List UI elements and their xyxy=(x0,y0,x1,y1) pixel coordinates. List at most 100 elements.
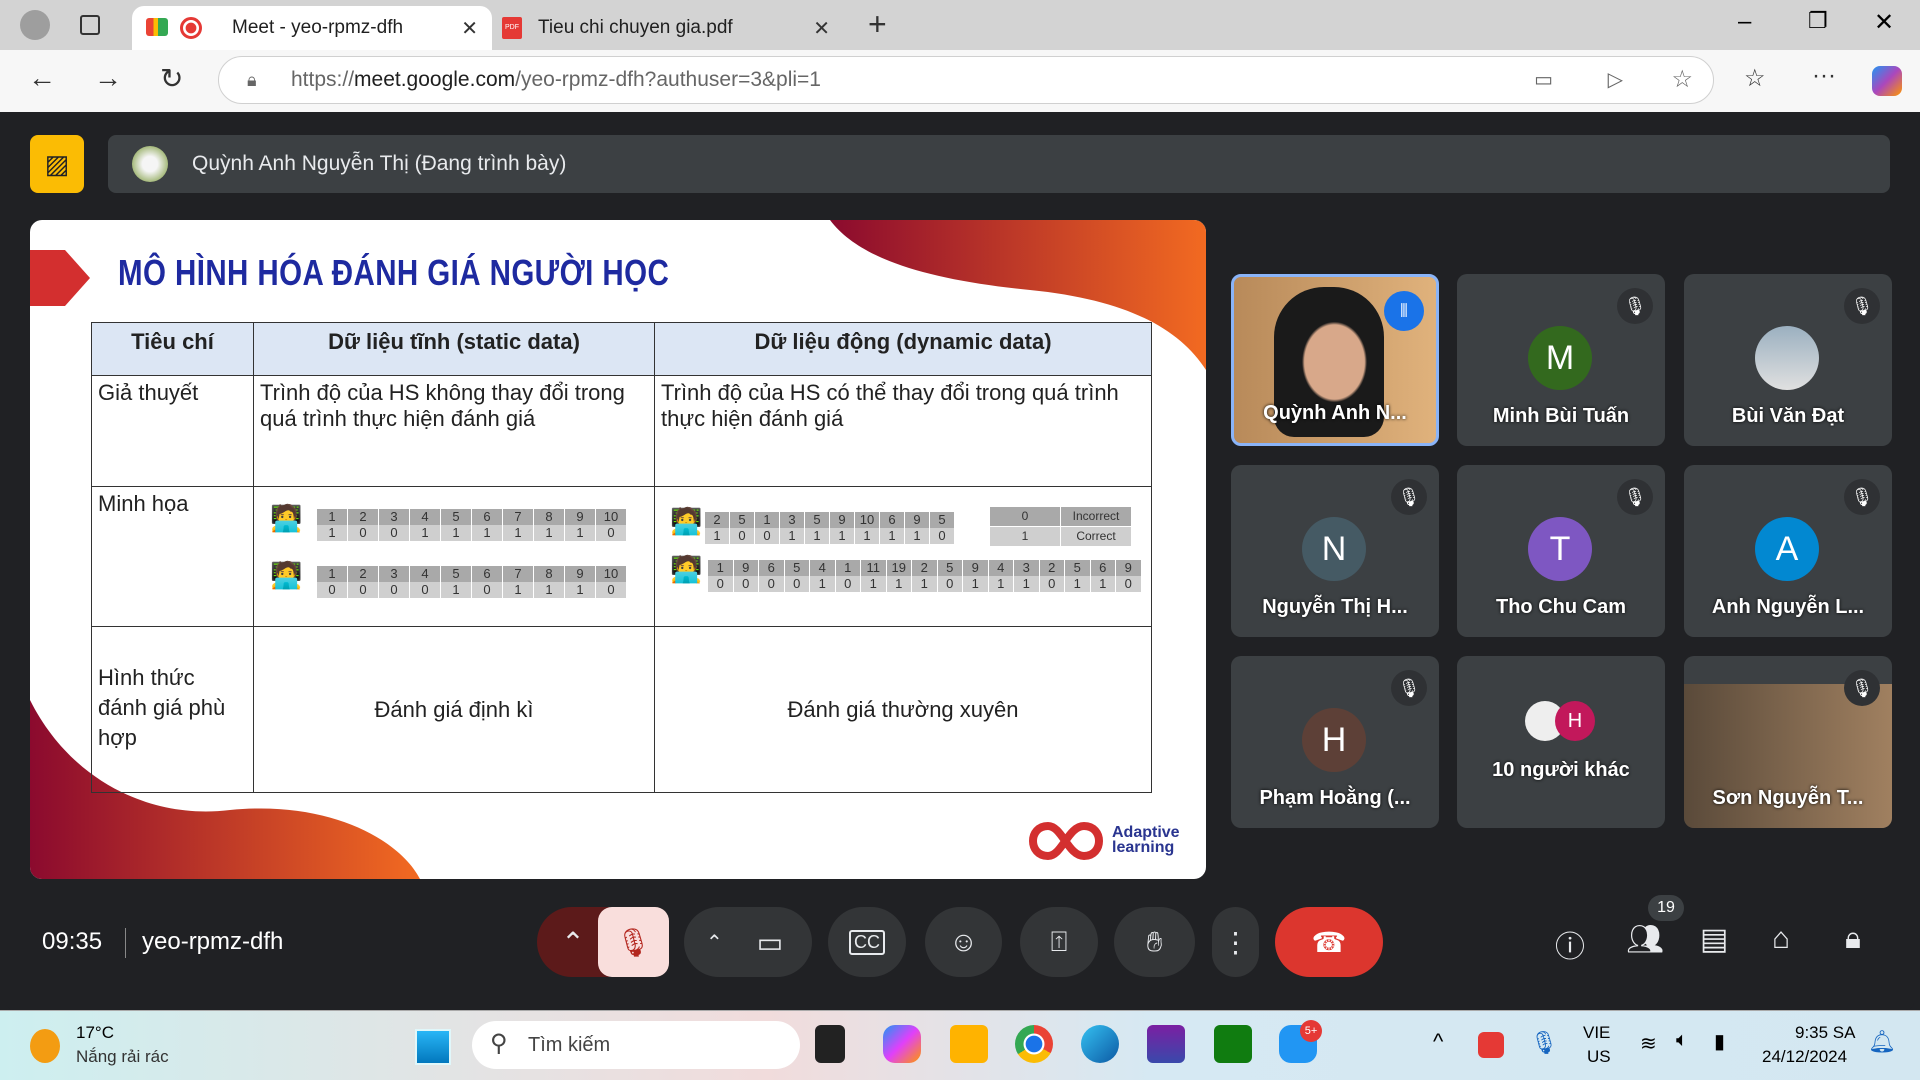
chat-icon[interactable]: ▤ xyxy=(1700,922,1728,957)
presenter-avatar xyxy=(132,146,168,182)
tab-meet[interactable]: Meet - yeo-rpmz-dfh ✕ xyxy=(132,6,492,50)
response-grid: 2 5 1 3 5 9 10 6 9 5 1 0 0 1 1 1 1 1 1 0 xyxy=(705,512,954,544)
profile-icon[interactable] xyxy=(20,10,50,40)
table-header: Dữ liệu tĩnh (static data) xyxy=(253,322,655,376)
item-result: 1 xyxy=(886,576,911,592)
back-icon[interactable]: ← xyxy=(28,62,56,94)
reactions-button[interactable]: ☺ xyxy=(925,907,1002,977)
hand-icon: ✋︎ xyxy=(1146,925,1163,957)
item-id: 9 xyxy=(733,560,758,576)
more-menu-icon[interactable]: ··· xyxy=(1812,62,1836,90)
copilot-app-icon[interactable] xyxy=(883,1025,921,1063)
captions-button[interactable]: CC xyxy=(828,907,906,977)
forward-icon[interactable]: → xyxy=(94,62,122,94)
minimize-icon[interactable]: – xyxy=(1738,8,1751,36)
address-bar-row: ← → ↻ 🔒︎ https://meet.google.com/yeo-rpm… xyxy=(0,50,1920,112)
item-id: 4 xyxy=(410,566,440,582)
tab-actions-icon[interactable] xyxy=(80,15,100,35)
app-icon[interactable] xyxy=(1147,1025,1185,1063)
video-options-button[interactable]: ⌃ ▭ xyxy=(684,907,812,977)
item-result: 1 xyxy=(905,528,929,544)
present-button[interactable]: ⍐ xyxy=(1020,907,1098,977)
camera-permission-icon[interactable]: ▭ xyxy=(1534,67,1553,92)
mic-muted-button[interactable]: 🎙︎ xyxy=(598,907,669,977)
item-result: 1 xyxy=(472,525,502,541)
item-result: 0 xyxy=(348,525,378,541)
item-result: 0 xyxy=(930,528,954,544)
participant-tile[interactable]: M 🎙︎ Minh Bùi Tuấn xyxy=(1457,274,1665,446)
restore-icon[interactable]: ❐ xyxy=(1808,8,1828,34)
wifi-icon[interactable]: ≋ xyxy=(1640,1031,1657,1056)
file-explorer-icon[interactable] xyxy=(950,1025,988,1063)
static-illustration-cell xyxy=(253,486,655,627)
item-result: 0 xyxy=(379,525,409,541)
favorite-star-icon[interactable]: ☆ xyxy=(1671,65,1693,94)
activities-icon[interactable]: ⌂ xyxy=(1772,922,1790,956)
reload-icon[interactable]: ↻ xyxy=(160,62,183,95)
item-id: 6 xyxy=(1090,560,1115,576)
participant-name: Quỳnh Anh N... xyxy=(1263,402,1407,424)
item-id: 7 xyxy=(503,509,533,525)
close-tab-icon[interactable]: ✕ xyxy=(461,16,478,41)
meeting-info-icon[interactable]: ⓘ xyxy=(1555,922,1585,966)
task-view-icon[interactable] xyxy=(815,1025,845,1063)
emoji-icon: ☺ xyxy=(949,926,978,957)
weather-icon[interactable] xyxy=(30,1029,60,1063)
close-window-icon[interactable]: ✕ xyxy=(1874,8,1894,37)
microphone-tray-icon[interactable]: 🎙︎ xyxy=(1530,1030,1558,1056)
item-id: 2 xyxy=(912,560,937,576)
people-icon[interactable]: 👥︎ xyxy=(1626,922,1664,957)
student-at-computer-icon: 🧑‍💻︎ xyxy=(670,554,703,584)
stop-presenting-button[interactable]: ▨ xyxy=(30,135,84,193)
raise-hand-button[interactable]: ✋︎ xyxy=(1114,907,1195,977)
tab-pdf[interactable]: PDF Tieu chi chuyen gia.pdf ✕ xyxy=(492,6,844,50)
cast-icon[interactable]: ▷ xyxy=(1608,67,1623,92)
battery-icon[interactable]: ▮ xyxy=(1714,1029,1725,1054)
participant-tile[interactable]: N 🎙︎ Nguyễn Thị H... xyxy=(1231,465,1439,637)
clock-date[interactable]: 24/12/2024 xyxy=(1762,1047,1847,1067)
xbox-icon[interactable] xyxy=(1214,1025,1252,1063)
item-result: 1 xyxy=(565,525,595,541)
tab-title: Tieu chi chuyen gia.pdf xyxy=(538,17,733,38)
chrome-icon[interactable] xyxy=(1015,1025,1053,1063)
windows-start-icon[interactable] xyxy=(415,1029,451,1065)
participant-tile[interactable]: ⦀ Quỳnh Anh N... xyxy=(1231,274,1439,446)
item-id: 4 xyxy=(988,560,1013,576)
leave-call-button[interactable]: ☎︎ xyxy=(1275,907,1383,977)
participant-tile[interactable]: A 🎙︎ Anh Nguyễn L... xyxy=(1684,465,1892,637)
clock-time[interactable]: 9:35 SA xyxy=(1795,1023,1856,1043)
item-id: 1 xyxy=(317,509,347,525)
item-result: 0 xyxy=(708,576,733,592)
meeting-time: 09:35 xyxy=(42,928,103,955)
url-input[interactable]: 🔒︎ https://meet.google.com/yeo-rpmz-dfh?… xyxy=(218,56,1714,104)
item-result: 0 xyxy=(730,528,754,544)
new-tab-icon[interactable]: + xyxy=(868,6,887,43)
more-options-button[interactable]: ⋮ xyxy=(1212,907,1259,977)
logo-mark-icon xyxy=(1029,821,1103,861)
favorites-icon[interactable]: ☆ xyxy=(1744,64,1766,93)
copilot-icon[interactable] xyxy=(1872,66,1902,96)
participant-tile[interactable]: T 🎙︎ Tho Chu Cam xyxy=(1457,465,1665,637)
close-tab-icon[interactable]: ✕ xyxy=(813,16,830,41)
vietkey-icon[interactable] xyxy=(1478,1032,1504,1058)
notification-bell-icon[interactable]: 🔔︎ xyxy=(1868,1029,1896,1055)
item-result: 1 xyxy=(410,525,440,541)
participant-tile[interactable]: H 10 người khác xyxy=(1457,656,1665,828)
host-controls-icon[interactable]: 🔒︎ xyxy=(1845,922,1861,956)
item-id: 6 xyxy=(472,566,502,582)
participant-tile[interactable]: 🎙︎ Sơn Nguyễn T... xyxy=(1684,656,1892,828)
url-path: /yeo-rpmz-dfh?authuser=3&pli=1 xyxy=(515,68,821,91)
taskbar-search[interactable]: ⚲ Tìm kiếm xyxy=(472,1021,800,1069)
meeting-code: yeo-rpmz-dfh xyxy=(142,928,284,955)
item-result: 1 xyxy=(503,525,533,541)
item-result: 1 xyxy=(861,576,886,592)
captions-icon: CC xyxy=(849,929,885,955)
participant-tile[interactable]: H 🎙︎ Phạm Hoằng (... xyxy=(1231,656,1439,828)
weather-desc: Nắng rải rác xyxy=(76,1047,169,1066)
lang-2: US xyxy=(1587,1047,1611,1066)
participant-tile[interactable]: 🎙︎ Bùi Văn Đạt xyxy=(1684,274,1892,446)
item-id: 1 xyxy=(708,560,733,576)
volume-icon[interactable]: 🔈︎ xyxy=(1676,1029,1688,1052)
edge-icon[interactable] xyxy=(1081,1025,1119,1063)
tray-chevron-icon[interactable]: ^ xyxy=(1433,1029,1443,1055)
